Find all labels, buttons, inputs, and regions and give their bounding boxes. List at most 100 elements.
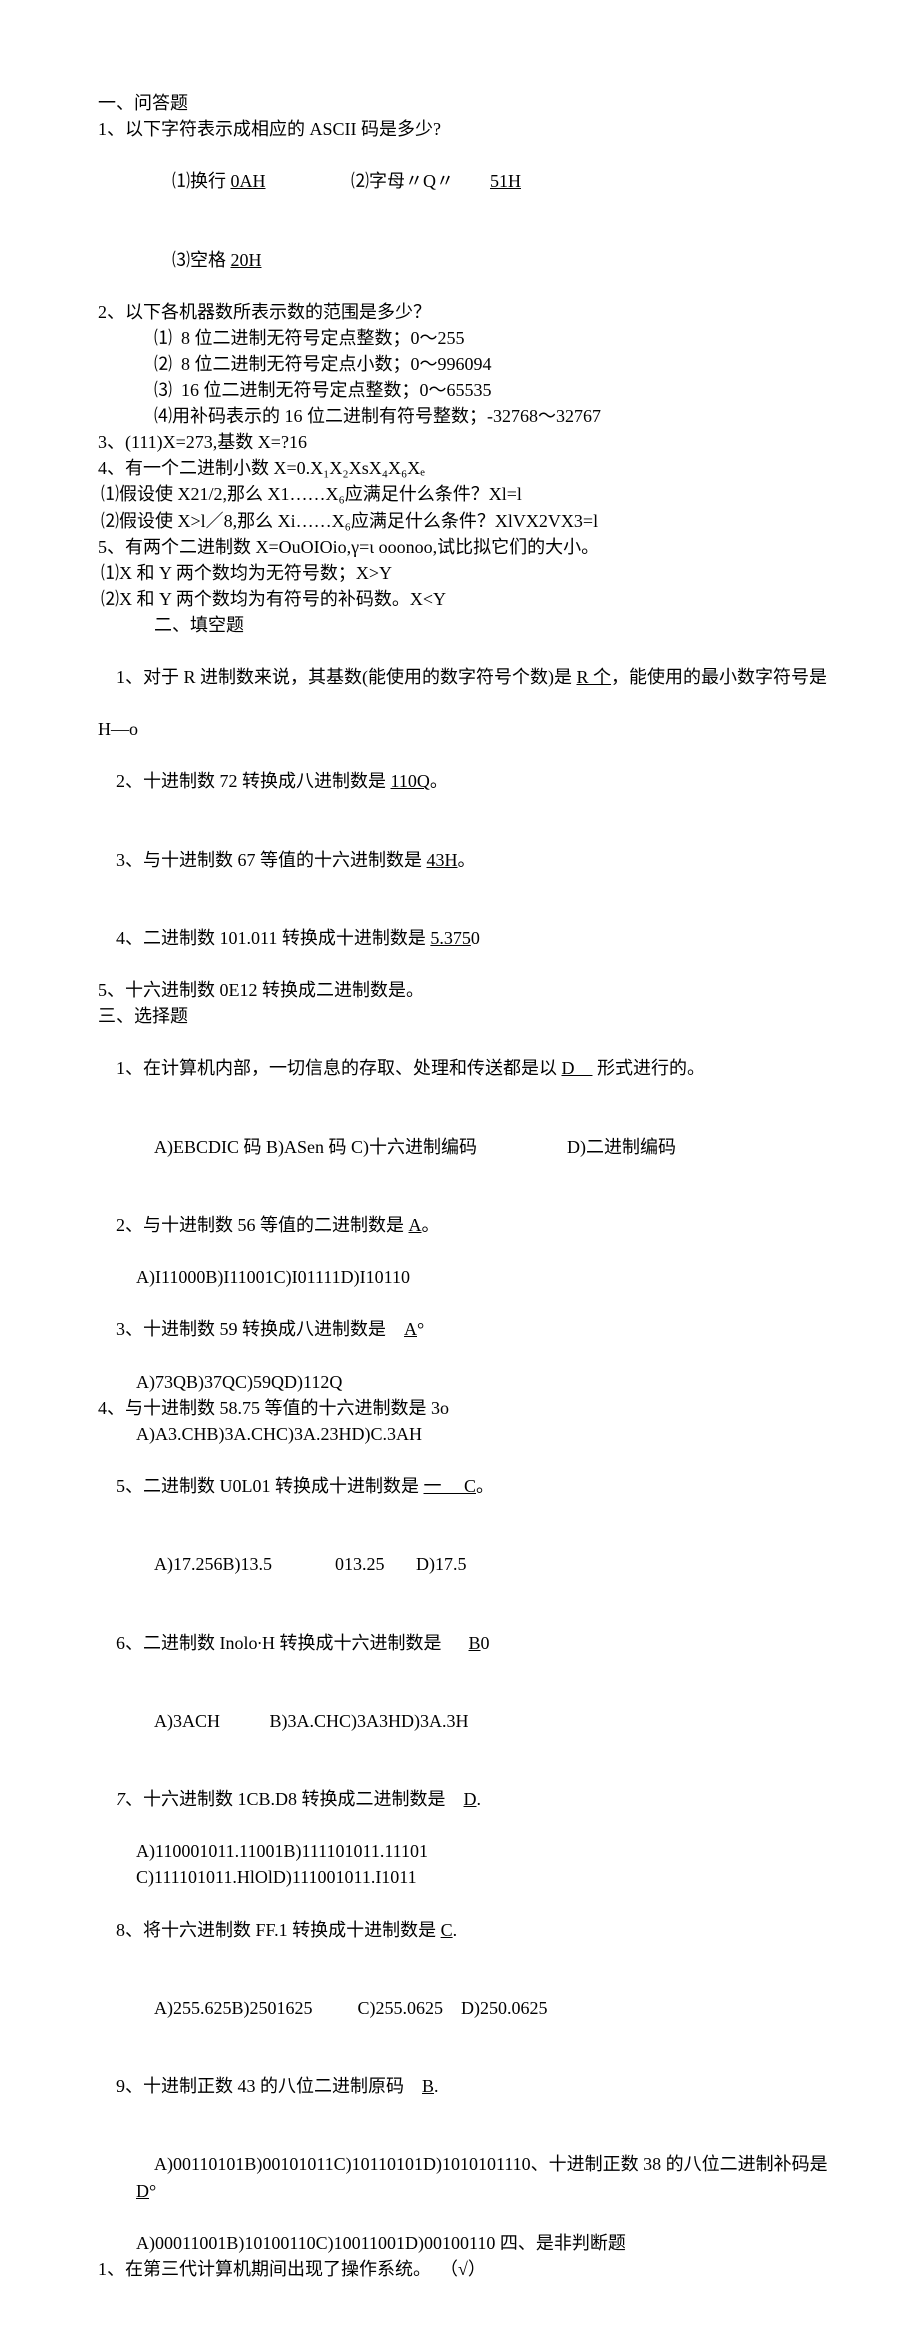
choice-4-opts: A)A3.CHB)3A.CHC)3A.23HD)C.3AH — [98, 1421, 832, 1447]
c2-c: 。 — [422, 1215, 440, 1235]
c5-ans: 一 C — [424, 1476, 477, 1496]
spacer — [446, 1789, 464, 1809]
q1-3-text: ⑶空格 — [172, 250, 231, 270]
blank-5: 5、十六进制数 0E12 转换成二进制数是。 — [98, 977, 832, 1003]
q1-1-text: ⑴换行 — [172, 171, 231, 191]
choice-9: 9、十进制正数 43 的八位二进制原码 B. — [98, 2047, 832, 2125]
b3-c: 。 — [458, 850, 476, 870]
blank-1-cont: H—o — [98, 716, 832, 742]
q2-1: ⑴ 8 位二进制无符号定点整数；0～255 — [98, 325, 832, 351]
c1-opts-a: A)EBCDIC 码 B)ASen 码 C)十六进制编码 — [154, 1137, 477, 1157]
spacer — [477, 1137, 567, 1157]
c5-opts-a: A)17.256B)13.5 — [154, 1554, 272, 1574]
choice-9-10-opts: A)00110101B)00101011C)10110101D)10101011… — [98, 2125, 832, 2229]
spacer — [220, 1711, 270, 1731]
b4-a: 4、二进制数 101.011 转换成十进制数是 — [116, 928, 430, 948]
c9-ans: B — [422, 2076, 434, 2096]
choice-5-opts: A)17.256B)13.5 013.25 D)17.5 — [98, 1525, 832, 1603]
c9-c: . — [434, 2076, 439, 2096]
spacer — [385, 1554, 417, 1574]
spacer — [266, 171, 352, 191]
choice-2: 2、与十进制数 56 等值的二进制数是 A。 — [98, 1186, 832, 1264]
c10-c: ° — [149, 2181, 156, 2201]
c3-a: 3、十进制数 59 转换成八进制数是 — [116, 1319, 386, 1339]
blank-3: 3、与十进制数 67 等值的十六进制数是 43H。 — [98, 821, 832, 899]
b3-a: 3、与十进制数 67 等值的十六进制数是 — [116, 850, 427, 870]
choice-10-opts: A)00011001B)10100110C)10011001D)00100110… — [98, 2230, 832, 2256]
q2-2: ⑵ 8 位二进制无符号定点小数；0～996094 — [98, 351, 832, 377]
spacer — [313, 1998, 358, 2018]
choice-3-opts: A)73QB)37QC)59QD)112Q — [98, 1369, 832, 1395]
spacer — [404, 2076, 422, 2096]
q4: 4、有一个二进制小数 X=0.X₁X₂XsX₄X₆Xₑ — [98, 455, 832, 481]
c6-a: 6、二进制数 Inolo∙H 转换成十六进制数是 — [116, 1633, 442, 1653]
c6-opts-a: A)3ACH — [154, 1711, 220, 1731]
b4-ans: 5.375 — [430, 928, 471, 948]
b2-c: 。 — [430, 771, 448, 791]
choice-1: 1、在计算机内部，一切信息的存取、处理和传送都是以 D 形式进行的。 — [98, 1029, 832, 1107]
c8-a: 8、将十六进制数 FF.1 转换成十进制数是 — [116, 1920, 441, 1940]
choice-2-opts: A)I11000B)I11001C)I01111D)I10110 — [98, 1264, 832, 1290]
choice-3: 3、十进制数 59 转换成八进制数是 A° — [98, 1290, 832, 1368]
c7-ans: D — [464, 1789, 477, 1809]
q2-4: ⑷用补码表示的 16 位二进制有符号整数；-32768～32767 — [98, 403, 832, 429]
q1-1-ans: 0AH — [231, 171, 266, 191]
c8-opts-d: D)250.0625 — [461, 1998, 548, 2018]
q5-2: ⑵X 和 Y 两个数均为有符号的补码数。X<Y — [98, 586, 832, 612]
section-1-title: 一、问答题 — [98, 90, 832, 116]
c2-a: 2、与十进制数 56 等值的二进制数是 — [116, 1215, 409, 1235]
choice-4: 4、与十进制数 58.75 等值的十六进制数是 3o — [98, 1395, 832, 1421]
c1-c: 形式进行的。 — [593, 1058, 706, 1078]
c1-opts-d: D)二进制编码 — [567, 1137, 676, 1157]
c8-opts-a: A)255.625B)2501625 — [154, 1998, 313, 2018]
choice-6: 6、二进制数 Inolo∙H 转换成十六进制数是 B0 — [98, 1603, 832, 1681]
c1-ans: D — [562, 1058, 593, 1078]
choice-7: 7、十六进制数 1CB.D8 转换成二进制数是 D. — [98, 1760, 832, 1838]
c5-opts-d: D)17.5 — [416, 1554, 467, 1574]
c5-c: 。 — [476, 1476, 494, 1496]
c7-c: . — [477, 1789, 482, 1809]
choice-8-opts: A)255.625B)2501625 C)255.0625 D)250.0625 — [98, 1969, 832, 2047]
q1-2-ans: 51H — [490, 171, 521, 191]
c2-ans: A — [409, 1215, 422, 1235]
blank-1: 1、对于 R 进制数来说，其基数(能使用的数字符号个数)是 R 个，能使用的最小… — [98, 638, 832, 716]
q5-1: ⑴X 和 Y 两个数均为无符号数；X>Y — [98, 560, 832, 586]
q1-options-row1: ⑴换行 0AH ⑵字母〃Q〃 51H — [98, 142, 832, 220]
tf-1: 1、在第三代计算机期间出现了操作系统。 （√） — [98, 2256, 832, 2282]
c6-opts-b: B)3A.CHC)3A3HD)3A.3H — [270, 1711, 469, 1731]
c3-ans: A — [404, 1319, 417, 1339]
c8-opts-c: C)255.0625 — [358, 1998, 444, 2018]
q1-3-ans: 20H — [231, 250, 262, 270]
c6-c: 0 — [481, 1633, 490, 1653]
c10-ans: D — [136, 2181, 149, 2201]
q1-options-row2: ⑶空格 20H — [98, 220, 832, 298]
b3-ans: 43H — [427, 850, 458, 870]
q1-2-text: ⑵字母〃Q〃 — [351, 171, 454, 191]
blank-2: 2、十进制数 72 转换成八进制数是 110Q。 — [98, 742, 832, 820]
q2-3: ⑶ 16 位二进制无符号定点整数；0～65535 — [98, 377, 832, 403]
q3: 3、(111)X=273,基数 X=?16 — [98, 429, 832, 455]
c1-a: 1、在计算机内部，一切信息的存取、处理和传送都是以 — [116, 1058, 562, 1078]
q1: 1、以下字符表示成相应的 ASCII 码是多少? — [98, 116, 832, 142]
blank-4: 4、二进制数 101.011 转换成十进制数是 5.3750 — [98, 899, 832, 977]
section-3-title: 三、选择题 — [98, 1003, 832, 1029]
spacer — [442, 1633, 469, 1653]
document-page: 一、问答题 1、以下字符表示成相应的 ASCII 码是多少? ⑴换行 0AH ⑵… — [0, 0, 920, 2342]
choice-1-opts: A)EBCDIC 码 B)ASen 码 C)十六进制编码 D)二进制编码 — [98, 1108, 832, 1186]
choice-7-opts-2: C)111101011.HlOlD)111001011.I1011 — [98, 1864, 832, 1890]
c7-a: 、十六进制数 1CB.D8 转换成二进制数是 — [125, 1789, 446, 1809]
choice-5: 5、二进制数 U0L01 转换成十进制数是 一 C。 — [98, 1447, 832, 1525]
c5-a: 5、二进制数 U0L01 转换成十进制数是 — [116, 1476, 424, 1496]
choice-8: 8、将十六进制数 FF.1 转换成十进制数是 C. — [98, 1890, 832, 1968]
q2: 2、以下各机器数所表示数的范围是多少？ — [98, 299, 832, 325]
spacer — [443, 1998, 461, 2018]
choice-6-opts: A)3ACH B)3A.CHC)3A3HD)3A.3H — [98, 1682, 832, 1760]
q4-1: ⑴假设使 X21/2,那么 X1……X₆应满足什么条件？Xl=l — [98, 481, 832, 507]
c5-opts-c: 013.25 — [335, 1554, 385, 1574]
section-2-title: 二、填空题 — [98, 612, 832, 638]
c9-opts-a: A)00110101B)00101011C)10110101D)10101011… — [154, 2154, 832, 2174]
b2-a: 2、十进制数 72 转换成八进制数是 — [116, 771, 391, 791]
c6-ans: B — [469, 1633, 481, 1653]
b4-c: 0 — [471, 928, 480, 948]
choice-7-opts-1: A)110001011.11001B)111101011.11101 — [98, 1838, 832, 1864]
